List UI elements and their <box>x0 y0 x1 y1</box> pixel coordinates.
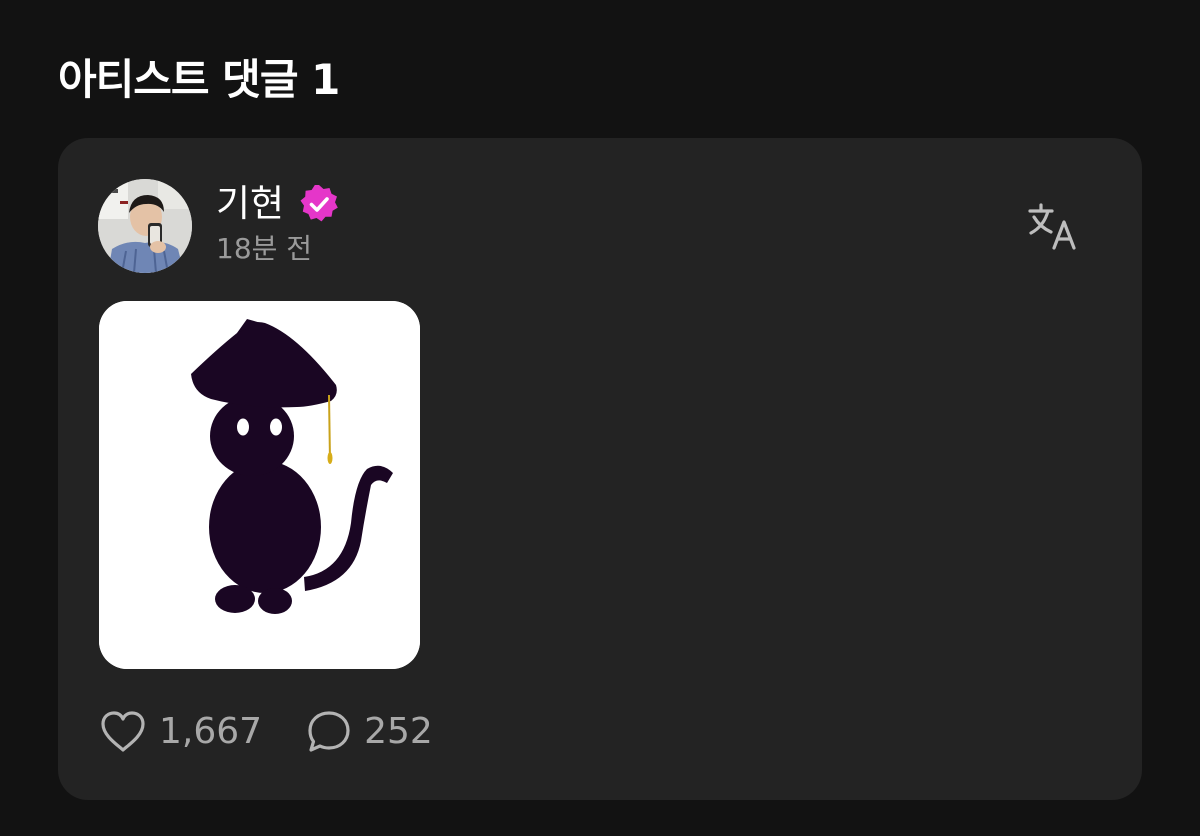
translate-icon[interactable] <box>1026 202 1082 252</box>
speech-bubble-icon <box>308 711 350 752</box>
author-row: 기현 <box>216 180 340 228</box>
author-name[interactable]: 기현 <box>216 180 284 228</box>
comment-timestamp: 18분 전 <box>216 232 313 265</box>
black-cat-graduation-drawing <box>99 301 420 669</box>
comment-image-attachment[interactable] <box>99 301 420 669</box>
heart-icon <box>101 711 145 752</box>
reply-count: 252 <box>364 711 433 752</box>
verified-badge-icon <box>300 185 338 222</box>
artist-comment-card: 기현 18분 전 1,667 252 <box>58 138 1142 800</box>
like-count: 1,667 <box>159 711 263 752</box>
avatar[interactable] <box>98 179 192 273</box>
artist-comments-page: 아티스트 댓글 1 기현 18분 전 1,667 252 <box>0 0 1200 836</box>
like-button[interactable]: 1,667 <box>99 710 262 754</box>
comment-stats: 1,667 252 <box>99 706 433 758</box>
reply-button[interactable]: 252 <box>306 709 433 755</box>
section-title: 아티스트 댓글 1 <box>58 55 340 104</box>
